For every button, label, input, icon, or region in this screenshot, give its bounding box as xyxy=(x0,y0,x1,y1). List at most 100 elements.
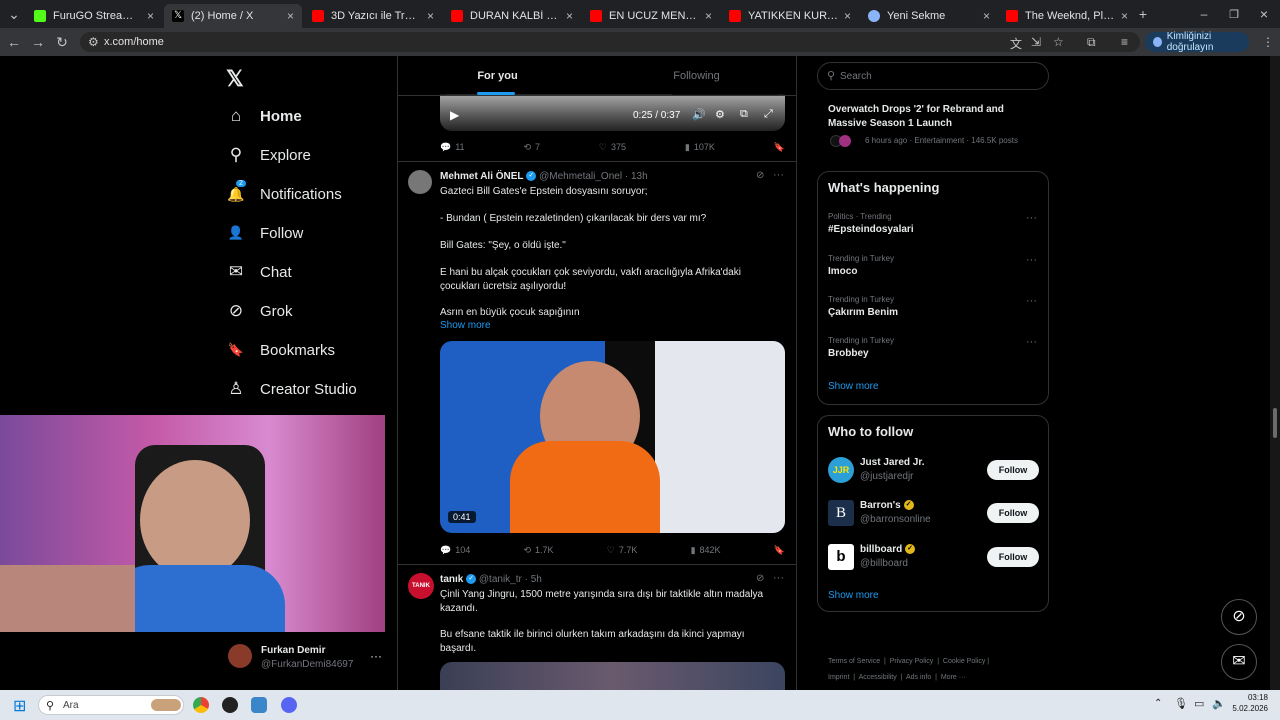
author-handle[interactable]: @Mehmetali_Onel xyxy=(539,171,622,182)
footer-link[interactable]: Terms of Service xyxy=(828,658,880,665)
show-more-link[interactable]: Show more xyxy=(828,381,879,392)
verify-identity-button[interactable]: Kimliğinizi doğrulayın xyxy=(1145,31,1249,53)
settings-icon[interactable]: ⚙ xyxy=(715,108,725,121)
tweet-image[interactable] xyxy=(440,662,785,690)
reply-button[interactable]: 💬 11 xyxy=(440,140,465,154)
trend-item[interactable]: Trending in Turkey Çakırım Benim xyxy=(828,295,898,318)
discord-icon[interactable] xyxy=(281,697,297,713)
chevron-up-icon[interactable]: ⌃ xyxy=(1154,698,1162,709)
browser-tab[interactable]: The Weeknd, Playboi Cart× xyxy=(998,4,1136,28)
pip-icon[interactable]: ⧉ xyxy=(740,108,748,121)
microphone-icon[interactable]: 🎙 xyxy=(1174,697,1188,710)
nav-creator-studio[interactable]: ♙ Creator Studio xyxy=(226,374,356,404)
nav-home[interactable]: ⌂ Home xyxy=(226,101,302,131)
close-icon[interactable]: × xyxy=(287,9,294,23)
repost-button[interactable]: ⟲ 7 xyxy=(523,140,540,154)
like-button[interactable]: ♡ 7.7K xyxy=(607,543,638,557)
close-icon[interactable]: × xyxy=(147,9,154,23)
trend-item[interactable]: Trending in Turkey Brobbey xyxy=(828,336,894,359)
avatar[interactable]: TANIK xyxy=(408,573,434,599)
views-button[interactable]: ▮ 107K xyxy=(685,140,715,154)
taskbar-search[interactable]: ⚲ Ara xyxy=(38,695,184,715)
nav-explore[interactable]: ⚲ Explore xyxy=(226,140,311,170)
show-more-link[interactable]: Show more xyxy=(440,319,780,333)
nav-bookmarks[interactable]: 🔖 Bookmarks xyxy=(226,335,335,365)
footer-link[interactable]: Imprint xyxy=(828,674,849,681)
new-tab-button[interactable]: + xyxy=(1133,4,1153,24)
close-icon[interactable]: × xyxy=(844,9,851,23)
nav-follow[interactable]: 👤 Follow xyxy=(226,218,303,248)
more-icon[interactable]: ··· xyxy=(1026,254,1037,266)
follow-suggestion[interactable]: JJR Just Jared Jr. @justjaredjr Follow xyxy=(828,457,1039,485)
tweet-time[interactable]: · 5h xyxy=(525,574,542,585)
menu-icon[interactable]: ⋮ xyxy=(1262,35,1274,49)
bookmark-button[interactable]: 🔖 xyxy=(774,543,785,557)
tab-for-you[interactable]: For you xyxy=(398,56,597,95)
video-player[interactable]: ▶ 0:25 / 0:37 🔊 ⚙ ⧉ ⤢ xyxy=(440,94,785,131)
footer-link[interactable]: Privacy Policy xyxy=(890,658,934,665)
play-icon[interactable]: ▶ xyxy=(450,108,459,122)
scrollbar-thumb[interactable] xyxy=(1273,408,1277,438)
close-icon[interactable]: × xyxy=(1121,9,1128,23)
volume-icon[interactable]: 🔈 xyxy=(1212,697,1226,710)
page-scrollbar[interactable] xyxy=(1270,56,1280,690)
views-button[interactable]: ▮ 842K xyxy=(691,543,721,557)
footer-link[interactable]: Ads info xyxy=(906,674,931,681)
close-icon[interactable]: × xyxy=(427,9,434,23)
grok-icon[interactable]: ⊘ xyxy=(756,170,764,181)
show-more-link[interactable]: Show more xyxy=(828,590,879,601)
grok-float-button[interactable]: ⊘ xyxy=(1221,599,1257,635)
browser-tab[interactable]: Yeni Sekme × xyxy=(860,4,998,28)
install-icon[interactable]: ⇲ xyxy=(1031,35,1041,49)
author-name[interactable]: Mehmet Ali ÖNEL xyxy=(440,171,524,182)
news-headline[interactable]: Overwatch Drops '2' for Rebrand and Mass… xyxy=(828,103,1038,130)
browser-tab-active[interactable]: 𝕏 (2) Home / X × xyxy=(164,4,302,28)
grok-icon[interactable]: ⊘ xyxy=(756,573,764,584)
follow-button[interactable]: Follow xyxy=(987,547,1039,567)
restore-button[interactable]: ❐ xyxy=(1224,4,1244,24)
messages-float-button[interactable]: ✉ xyxy=(1221,644,1257,680)
back-button[interactable]: ← xyxy=(4,32,24,52)
more-icon[interactable]: ··· xyxy=(773,572,784,584)
profile-switcher[interactable]: Furkan Demir @FurkanDemi84697 ··· xyxy=(228,644,388,674)
nav-grok[interactable]: ⊘ Grok xyxy=(226,296,293,326)
browser-tab[interactable]: YATIKKEN KURTARAMAZS× xyxy=(721,4,859,28)
nav-notifications[interactable]: 🔔 2 Notifications xyxy=(226,179,342,209)
follow-button[interactable]: Follow xyxy=(987,503,1039,523)
footer-link[interactable]: Cookie Policy xyxy=(943,658,985,665)
more-icon[interactable]: ··· xyxy=(370,649,382,663)
more-icon[interactable]: ··· xyxy=(1026,336,1037,348)
video-thumbnail[interactable]: 0:41 xyxy=(440,341,785,533)
follow-button[interactable]: Follow xyxy=(987,460,1039,480)
reply-button[interactable]: 💬 104 xyxy=(440,543,470,557)
browser-tab[interactable]: 3D Yazıcı ile Trend Her Şe× xyxy=(304,4,442,28)
chrome-icon[interactable] xyxy=(193,697,209,713)
close-icon[interactable]: × xyxy=(566,9,573,23)
more-icon[interactable]: ··· xyxy=(1026,295,1037,307)
clock[interactable]: 03:18 5.02.2026 xyxy=(1228,692,1268,714)
fullscreen-icon[interactable]: ⤢ xyxy=(764,108,773,121)
tweet-time[interactable]: · 13h xyxy=(625,171,648,182)
more-icon[interactable]: ··· xyxy=(1026,212,1037,224)
author-name[interactable]: tanık xyxy=(440,574,463,585)
follow-suggestion[interactable]: b billboard ✓ @billboard Follow xyxy=(828,544,1039,572)
author-handle[interactable]: @tanik_tr xyxy=(479,574,522,585)
nav-chat[interactable]: ✉ Chat xyxy=(226,257,292,287)
reload-button[interactable]: ↻ xyxy=(52,32,72,52)
network-icon[interactable]: ▭ xyxy=(1194,697,1204,710)
close-icon[interactable]: × xyxy=(983,9,990,23)
close-window-button[interactable]: × xyxy=(1254,4,1274,24)
app-icon[interactable] xyxy=(251,697,267,713)
star-icon[interactable]: ☆ xyxy=(1053,35,1064,49)
search-input[interactable]: ⚲ Search xyxy=(817,62,1049,90)
url-text[interactable]: x.com/home xyxy=(104,36,164,48)
avatar[interactable] xyxy=(408,170,432,194)
close-icon[interactable]: × xyxy=(705,9,712,23)
windows-start-icon[interactable]: ⊞ xyxy=(13,696,26,716)
browser-tab[interactable]: EN UCUZ MENÜLERİ YEDİ× xyxy=(582,4,720,28)
footer-link[interactable]: Accessibility xyxy=(859,674,897,681)
trend-item[interactable]: Politics · Trending #Epsteindosyalari xyxy=(828,212,914,235)
footer-link[interactable]: More ··· xyxy=(941,674,966,681)
reading-list-icon[interactable]: ≡ xyxy=(1121,35,1128,49)
x-logo[interactable]: 𝕏 xyxy=(226,66,244,92)
